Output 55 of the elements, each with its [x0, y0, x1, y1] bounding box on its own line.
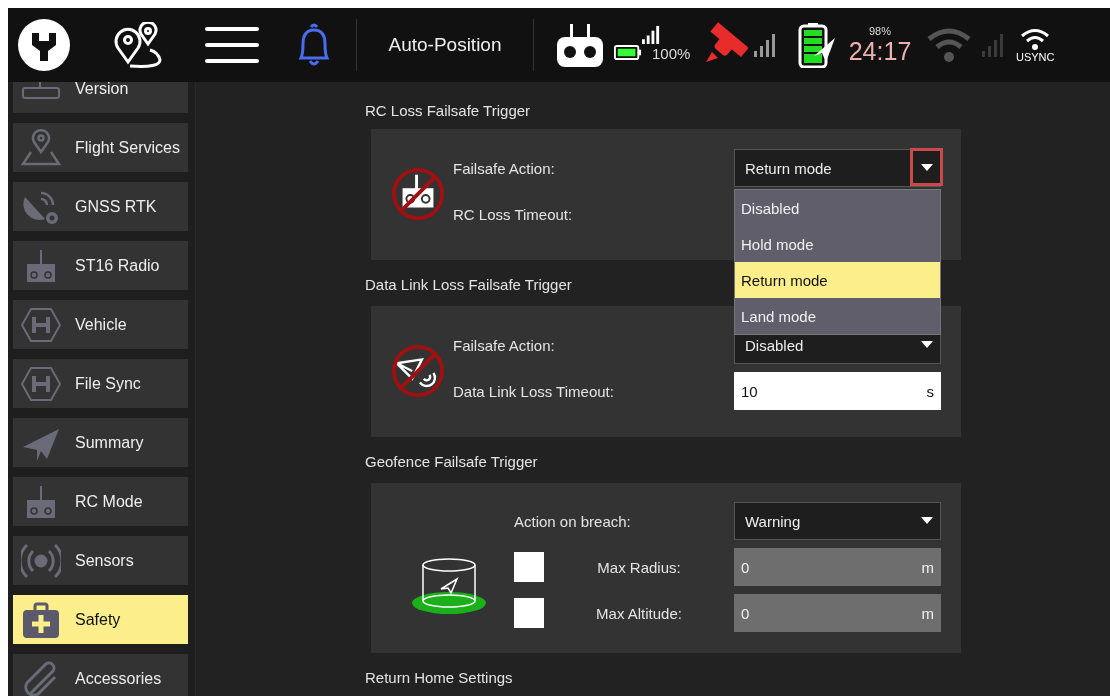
no-data-link-icon — [391, 344, 445, 398]
aircraft-battery-icon — [798, 22, 836, 68]
dropdown-option[interactable]: Disabled — [735, 190, 940, 226]
sidebar-item[interactable]: File Sync — [13, 359, 188, 408]
field-label: RC Loss Timeout: — [453, 204, 574, 225]
signal-bars-icon — [642, 25, 661, 44]
checkbox[interactable] — [514, 598, 544, 628]
sidebar-item[interactable]: GNSS RTK — [13, 182, 188, 231]
section-title: RC Loss Failsafe Trigger — [365, 100, 531, 121]
sidebar-item[interactable]: Safety — [13, 595, 188, 644]
device-icon — [21, 82, 61, 99]
sidebar-item[interactable]: Sensors — [13, 536, 188, 585]
signal-bars-icon — [982, 33, 1006, 57]
sidebar-item[interactable]: Version — [13, 82, 188, 113]
battery-percent: 98% — [869, 24, 891, 37]
sidebar-item[interactable]: RC Mode — [13, 477, 188, 526]
dropdown-option[interactable]: Return mode — [735, 262, 940, 298]
map-pin-icon — [21, 127, 61, 168]
field-label: Data Link Loss Timeout: — [453, 381, 615, 402]
signal-bars-icon — [754, 33, 778, 57]
section-title: Return Home Settings — [365, 667, 513, 688]
timeout-input[interactable]: 10 s — [734, 372, 941, 410]
controller-battery-percent: 100% — [652, 45, 691, 62]
wifi-icon — [926, 27, 972, 63]
caret-down-icon — [920, 340, 933, 348]
caret-down-icon — [920, 163, 933, 171]
dropdown-arrow-button[interactable] — [910, 148, 943, 186]
limit-input[interactable]: 0 m — [734, 548, 941, 586]
limit-input[interactable]: 0 m — [734, 594, 941, 632]
section-title: Geofence Failsafe Trigger — [365, 451, 538, 472]
checkbox[interactable] — [514, 552, 544, 582]
sidebar-item[interactable]: Summary — [13, 418, 188, 467]
remote-controller-icon — [556, 22, 604, 68]
field-label: Max Radius: — [596, 557, 682, 578]
flight-time: 24:17 — [848, 36, 912, 66]
section-title: Data Link Loss Failsafe Trigger — [365, 274, 572, 295]
field-label: Max Altitude: — [595, 603, 683, 624]
wifi-icon[interactable] — [1020, 27, 1051, 51]
field-label: Failsafe Action: — [453, 335, 556, 356]
battery-icon — [614, 45, 642, 60]
logo-icon[interactable] — [18, 19, 70, 71]
flight-mode-label[interactable]: Auto-Position — [357, 34, 533, 56]
sidebar-item[interactable]: Vehicle — [13, 300, 188, 349]
field-label: Action on breach: — [514, 511, 632, 532]
dropdown[interactable]: Warning — [734, 502, 941, 540]
geofence-cylinder-icon — [411, 557, 487, 617]
sidebar-item[interactable]: Accessories — [13, 654, 188, 696]
caret-down-icon — [920, 516, 933, 524]
sidebar-item[interactable]: Flight Services — [13, 123, 188, 172]
dropdown-option[interactable]: Hold mode — [735, 226, 940, 262]
field-label: Failsafe Action: — [453, 158, 556, 179]
menu-icon[interactable] — [204, 25, 260, 65]
no-controller-icon — [391, 167, 445, 221]
sidebar-item[interactable]: ST16 Radio — [13, 241, 188, 290]
wifi-network-label: USYNC — [1016, 51, 1055, 63]
